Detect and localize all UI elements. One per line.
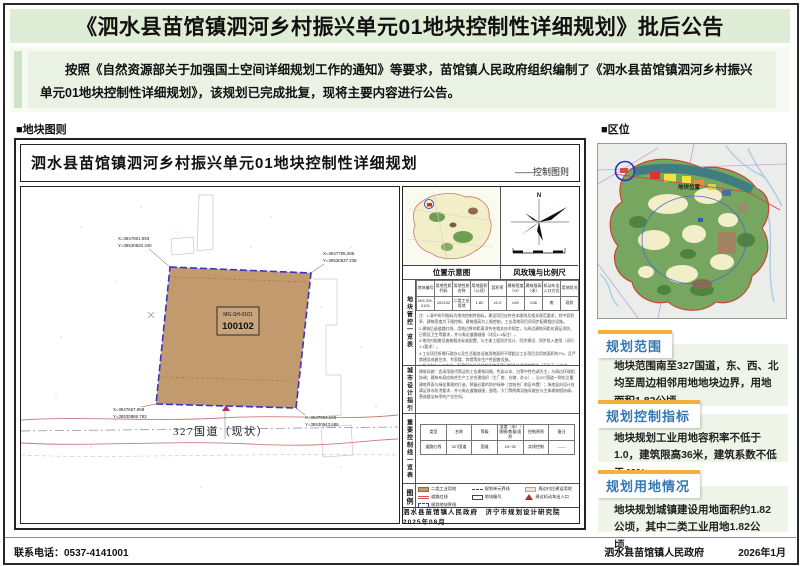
info-title-scope: 规划范围 [598, 330, 673, 358]
legend-item: 建议机动车出入口 [525, 494, 577, 500]
intro-accent-strip [14, 51, 22, 108]
parcel-polygon [155, 266, 312, 409]
legend-item: 地块编号 [471, 494, 524, 500]
legend-item: 周边村庄建设用地 [525, 486, 577, 492]
control-lines-table: 类型 名称 等级 宽度（米）/规模/数量/面积 控制原则 备注 道路红线 327国道 国… [420, 424, 575, 455]
footer-date: 2026年1月 [738, 547, 786, 559]
parcel-drawing-svg: MG-SH-0101 100102 X=3947801.993 Y=395308… [21, 194, 398, 488]
info-title-indicators: 规划控制指标 [598, 400, 701, 428]
plot-section-label: ■地块图则 [16, 124, 67, 136]
location-sketch-panel: 位置示意图 [403, 187, 501, 279]
info-title-landuse: 规划用地情况 [598, 470, 701, 498]
map-frame-title: 泗水县苗馆镇泗河乡村振兴单元01地块控制性详细规划 [31, 155, 418, 172]
parcel-drawing: MG-SH-0101 100102 X=3947801.993 Y=395308… [20, 186, 400, 524]
announcement-sheet: 《泗水县苗馆镇泗河乡村振兴单元01地块控制性详细规划》批后公告 按照《自然资源部… [0, 0, 800, 566]
plot-map-frame: 泗水县苗馆镇泗河乡村振兴单元01地块控制性详细规划 ——控制图则 MG-SH-0… [14, 138, 586, 530]
svg-text:Y=39530937.238: Y=39530937.238 [323, 258, 357, 263]
control-lines-side-label: 重要控制线一览表 [403, 414, 416, 483]
north-label: N [537, 193, 541, 199]
parcel-number-text: 100102 [222, 321, 254, 332]
control-table: 地块编号 用地性质代码 用地性质名称 用地面积（公顷） 容积率 建筑密度（%） 建筑限… [416, 280, 579, 311]
map-frame-subtitle: ——控制图则 [514, 167, 569, 177]
svg-text:X=3947667.958: X=3947667.958 [113, 407, 145, 412]
windrose-label: 风玫瑰与比例尺 [501, 265, 578, 279]
contact-phone: 联系电话：0537-4141001 [14, 547, 129, 559]
map-frame-header: 泗水县苗馆镇泗河乡村振兴单元01地块控制性详细规划 ——控制图则 [20, 144, 580, 182]
location-section-label: ■区位 [601, 124, 630, 136]
plot-location-label: 地块位置 [678, 183, 701, 191]
control-table-section: 地块管控一览表 地块编号 用地性质代码 用地性质名称 用地面积（公顷） 容积率 建筑密… [403, 280, 579, 366]
road-redline-icon [418, 495, 429, 499]
strip-row-top: 位置示意图 N 风玫瑰与比例尺 [403, 187, 579, 280]
legend-item: 规划单元界线 [471, 486, 524, 492]
svg-text:Y=39530820.340: Y=39530820.340 [118, 243, 152, 248]
design-guide-text: 建筑风貌：宜采用现代简洁的工业建筑风格，色彩以灰、白等中性色调为主，与周边环境相… [419, 369, 575, 399]
design-guide-side-label: 城市设计指引 [403, 366, 416, 413]
svg-text:X=3947801.993: X=3947801.993 [118, 236, 150, 241]
windrose-svg: N [511, 193, 569, 254]
industrial-swatch-icon [418, 486, 429, 492]
location-sketch-label: 位置示意图 [403, 265, 500, 279]
footer-bar: 联系电话：0537-4141001 泗水县苗馆镇人民政府 2026年1月 [4, 540, 796, 562]
scale-bar [512, 248, 566, 254]
svg-text:Y=39530886.783: Y=39530886.783 [113, 414, 147, 419]
legend-item: 二类工业用地 [418, 486, 470, 492]
legend-item: 道路红线 [418, 494, 470, 500]
control-lines-section: 重要控制线一览表 类型 名称 等级 宽度（米）/规模/数量/面积 控制原则 备注 道路… [403, 414, 579, 484]
brown-district [718, 232, 736, 254]
control-table-notes: 注：1.表中所列指标为地块控制性指标，建设项目应符合本图则及相关规范要求，其中容… [419, 313, 576, 365]
design-guide-section: 城市设计指引 建筑风貌：宜采用现代简洁的工业建筑风格，色彩以灰、白等中性色调为主… [403, 366, 579, 414]
unit-boundary-icon [471, 488, 483, 490]
footer-divider [4, 537, 796, 538]
parcel-code-text: MG-SH-0101 [223, 312, 253, 318]
svg-text:Y=39530943.686: Y=39530943.686 [305, 422, 339, 427]
svg-text:X=3947795.285: X=3947795.285 [323, 251, 355, 256]
vehicle-entry-icon [525, 494, 534, 500]
page-title: 《泗水县苗馆镇泗河乡村振兴单元01地块控制性详细规划》批后公告 [10, 9, 790, 43]
road-label: 327国道（现状） [173, 424, 269, 438]
parcel-code-box-icon [471, 494, 483, 500]
map-frame-footer: 泗水县苗馆镇人民政府 济宁市规划设计研究院 2025年08月 [403, 507, 579, 526]
location-sketch-map [403, 187, 500, 265]
windrose-panel: N 风玫瑰与比例尺 [501, 187, 578, 279]
plot-patch [620, 168, 628, 173]
location-map-frame: 地块位置 [597, 143, 787, 319]
map-info-strip: 位置示意图 N 风玫瑰与比例尺 地块管控一览表 地块编号 用地性质代码 用地性质… [402, 186, 580, 526]
intro-text: 按照《自然资源部关于加强国土空间详细规划工作的通知》等要求，苗馆镇人民政府组织编… [28, 51, 776, 108]
cross-marker [147, 311, 155, 319]
control-table-side-label: 地块管控一览表 [403, 280, 416, 365]
location-map-svg: 地块位置 [598, 144, 786, 318]
village-land-swatch-icon [525, 486, 537, 492]
